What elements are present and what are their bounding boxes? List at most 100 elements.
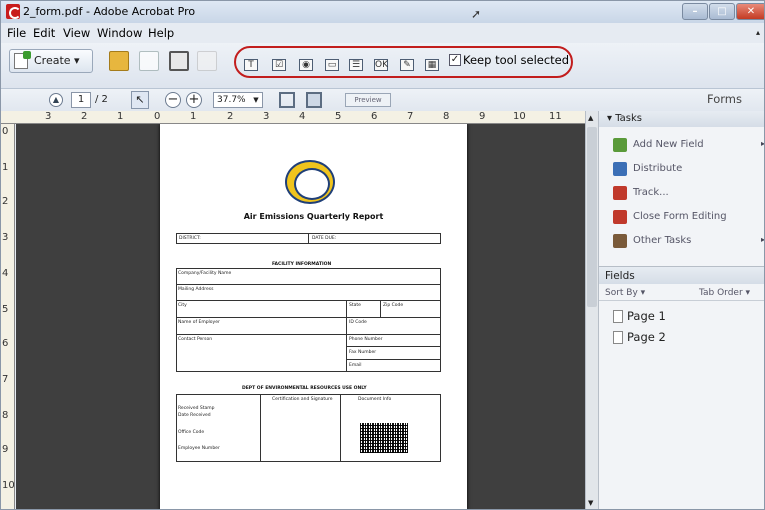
ruler-label: 3 [263,111,270,122]
text-field-tool-icon[interactable]: T [244,59,258,71]
page-label: Page 2 [627,330,666,344]
ruler-label: 8 [443,111,450,122]
barcode-tool-icon[interactable]: ▦ [425,59,439,71]
divider [176,284,441,285]
previous-page-icon[interactable]: ▲ [49,93,63,107]
state-label: State [349,303,361,308]
scroll-down-icon[interactable]: ▼ [588,499,593,507]
sort-by-dropdown[interactable]: Sort By ▾ [605,288,645,298]
acrobat-window: 2_form.pdf - Adobe Acrobat Pro ➚ – □ ✕ F… [0,0,765,510]
task-label: Add New Field [633,139,704,150]
window-title: 2_form.pdf - Adobe Acrobat Pro [23,5,196,18]
ruler-label: 9 [479,111,486,122]
checkbox-tool-icon[interactable]: ☑ [272,59,286,71]
contact-person-label: Contact Person [178,337,213,342]
divider [176,317,441,318]
certification-header: Certification and Signature [272,397,333,402]
document-viewport[interactable]: Air Emissions Quarterly Report DISTRICT:… [16,124,585,509]
preview-button[interactable]: Preview [345,93,391,107]
page-icon [613,310,623,323]
dropdown-tool-icon[interactable]: ☰ [349,59,363,71]
fields-header[interactable]: Fields [599,266,764,284]
other-tasks-icon [613,234,627,248]
email-label: Email [349,363,362,368]
scrollbar-thumb[interactable] [587,127,597,307]
ruler-label: 3 [45,111,52,122]
scroll-up-icon[interactable]: ▲ [588,114,593,122]
agency-seal-logo [285,160,335,204]
button-tool-icon[interactable]: OK [374,59,388,71]
dept-section-title: DEPT OF ENVIRONMENTAL RESOURCES USE ONLY [242,386,367,391]
menu-view[interactable]: View [63,26,90,40]
maximize-button[interactable]: □ [709,3,735,20]
pdf-page[interactable]: Air Emissions Quarterly Report DISTRICT:… [160,124,467,509]
document-title: Air Emissions Quarterly Report [243,212,384,221]
zip-code-label: Zip Code [383,303,404,308]
zoom-dropdown-icon[interactable]: ▼ [251,94,261,106]
menu-help[interactable]: Help [148,26,174,40]
page-number-input[interactable]: 1 [71,92,91,108]
phone-number-label: Phone Number [349,337,383,342]
divider [176,334,441,335]
list-box-tool-icon[interactable]: ▭ [325,59,339,71]
signature-tool-icon[interactable]: ✎ [400,59,414,71]
page-icon [613,331,623,344]
fields-sort-row: Sort By ▾ Tab Order ▾ [599,285,764,301]
select-tool-icon[interactable]: ↖ [131,91,149,109]
navigation-toolbar: ▲ 1 / 2 ↖ − + 37.7% ▼ Preview Forms [1,89,764,111]
task-label: Track... [633,187,669,198]
combine-files-icon[interactable] [139,51,159,71]
menu-overflow-icon[interactable]: ▴ [756,28,760,37]
keep-tool-selected-label: Keep tool selected [463,53,570,67]
company-name-label: Company/Facility Name [178,271,232,276]
email-icon[interactable] [197,51,217,71]
task-label: Close Form Editing [633,211,727,222]
ruler-label: 1 [117,111,124,122]
divider [340,394,341,462]
ruler-label: 7 [407,111,414,122]
divider [380,300,381,317]
title-bar: 2_form.pdf - Adobe Acrobat Pro ➚ – □ ✕ [1,1,764,23]
ruler-label: 3 [2,232,9,243]
zoom-out-icon[interactable]: − [165,92,181,108]
task-label: Other Tasks [633,235,692,246]
keep-tool-selected-checkbox[interactable]: ✓ [449,54,461,66]
tasks-header[interactable]: ▾ Tasks [599,111,764,127]
facility-section-title: FACILITY INFORMATION [272,262,332,267]
menu-window[interactable]: Window [97,26,142,40]
page-count: / 2 [95,94,108,105]
menu-file[interactable]: File [7,26,26,40]
track-icon [613,186,627,200]
tab-order-dropdown[interactable]: Tab Order ▾ [699,288,750,298]
divider [176,300,441,301]
date-due-label: DATE DUE: [312,236,337,241]
ruler-label: 6 [2,338,9,349]
distribute-icon [613,162,627,176]
print-icon[interactable] [169,51,189,71]
close-form-editing-icon [613,210,627,224]
forms-tab[interactable]: Forms [707,92,742,106]
ruler-label: 11 [549,111,562,122]
close-button[interactable]: ✕ [736,3,764,20]
fit-page-icon[interactable] [279,92,295,108]
mailing-address-label: Mailing Address [178,287,214,292]
ruler-label: 10 [513,111,526,122]
submenu-arrow-icon: ▸ [761,139,765,148]
employee-number-label: Employee Number [178,446,220,451]
employer-name-label: Name of Employer [178,320,220,325]
divider [346,359,441,360]
fit-width-icon[interactable] [306,92,322,108]
ruler-label: 9 [2,444,9,455]
task-label: Distribute [633,163,683,174]
minimize-button[interactable]: – [682,3,708,20]
create-button[interactable]: Create ▾ [9,49,93,73]
menu-edit[interactable]: Edit [33,26,55,40]
vertical-ruler: 0 1 2 3 4 5 6 7 8 9 10 [1,124,15,509]
zoom-level-field[interactable]: 37.7% ▼ [213,92,263,108]
open-folder-icon[interactable] [109,51,129,71]
ruler-label: 1 [190,111,197,122]
zoom-in-icon[interactable]: + [186,92,202,108]
acrobat-app-icon[interactable] [6,4,21,19]
vertical-scrollbar[interactable]: ▲ ▼ [585,111,598,509]
radio-button-tool-icon[interactable]: ◉ [299,59,313,71]
